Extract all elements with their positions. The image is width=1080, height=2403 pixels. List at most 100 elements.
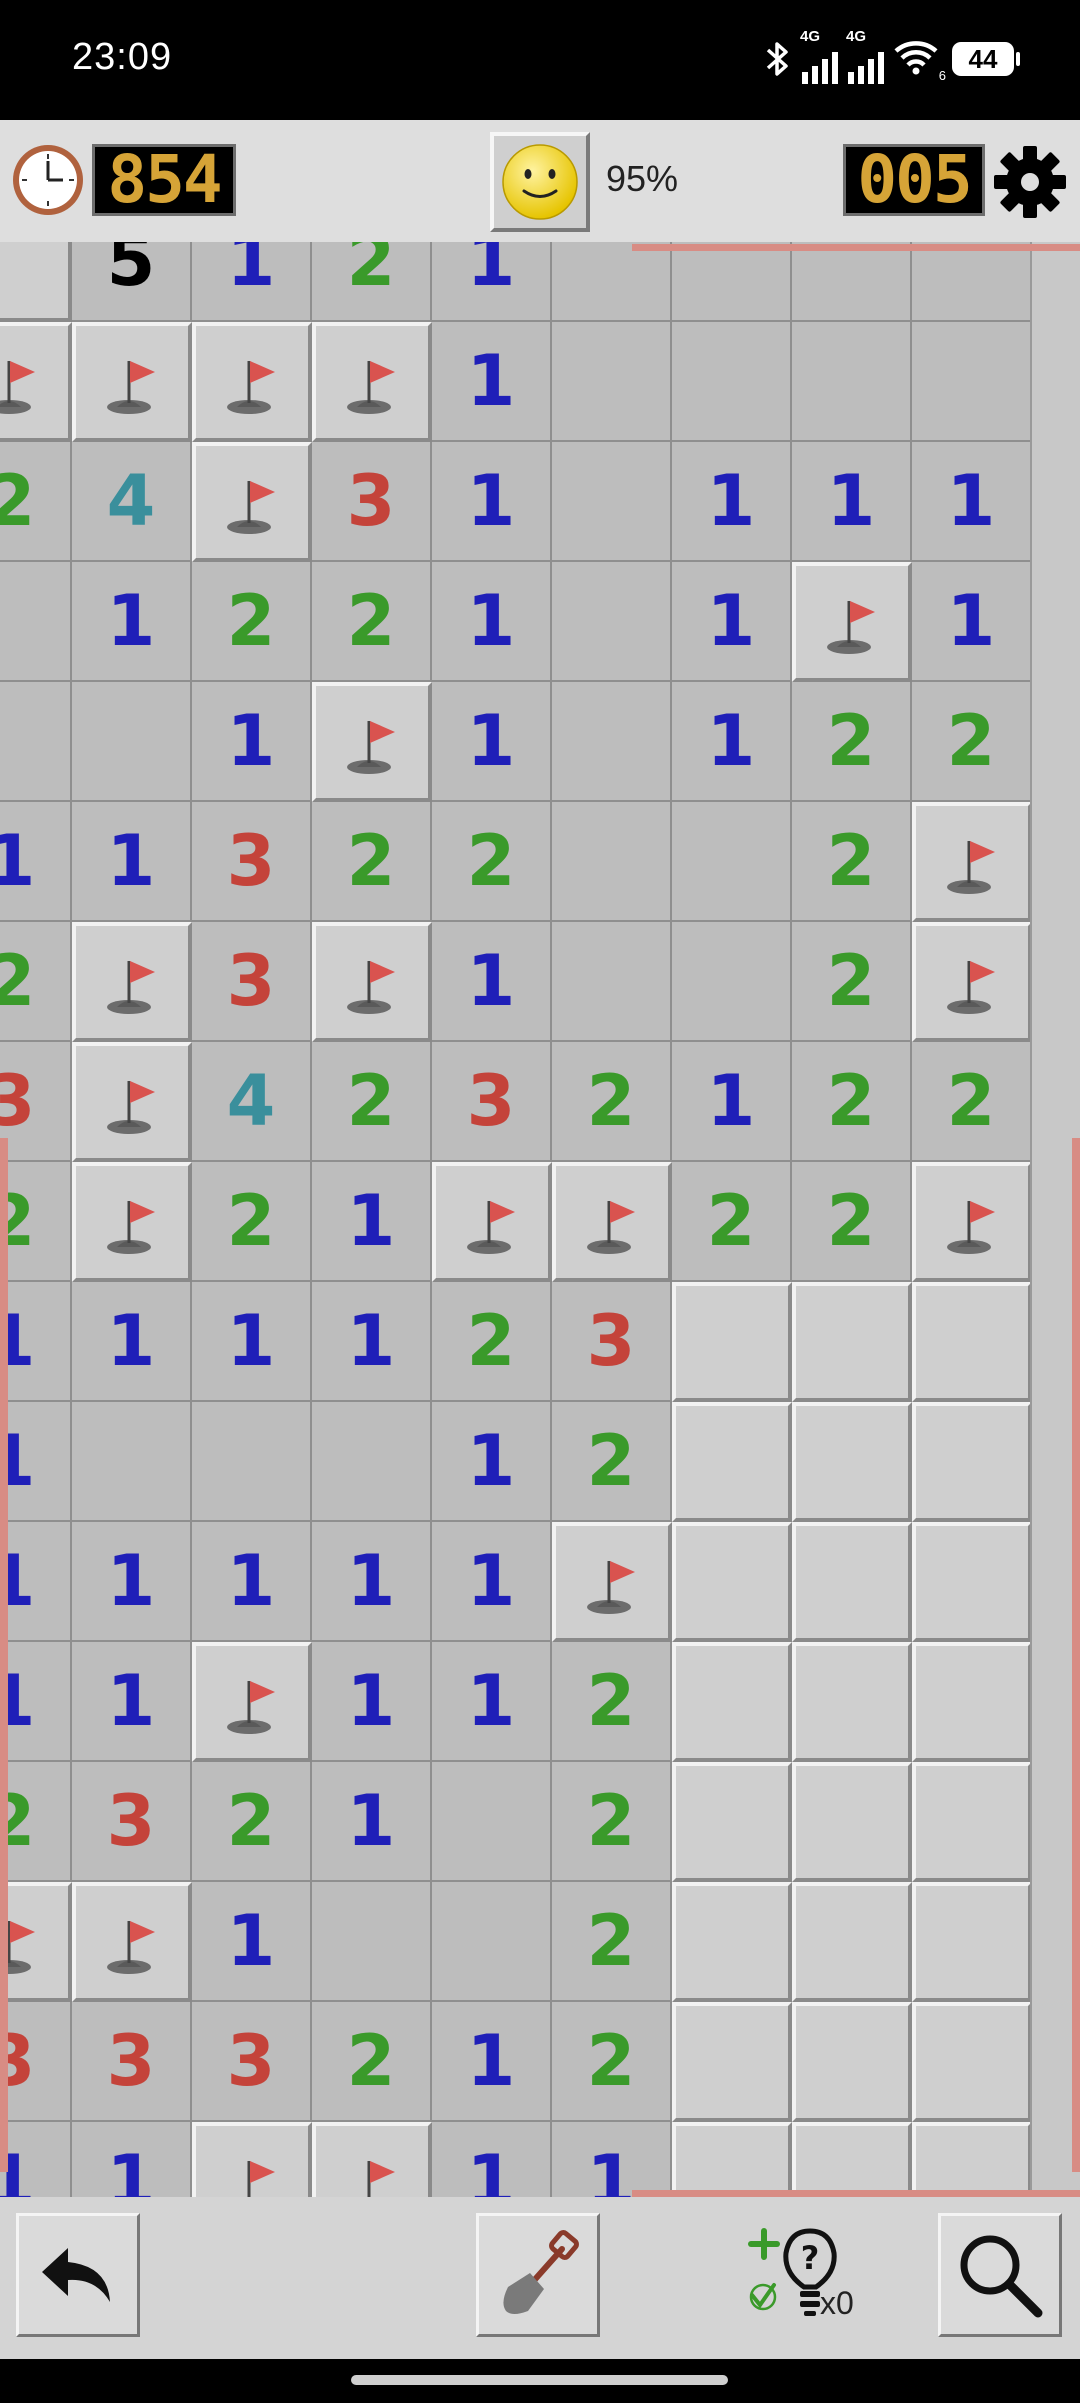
number-cell[interactable]: 1 — [0, 802, 72, 922]
number-cell[interactable]: 2 — [0, 1762, 72, 1882]
number-cell[interactable]: 1 — [192, 242, 312, 322]
number-cell[interactable]: 1 — [0, 1642, 72, 1762]
flagged-cell[interactable] — [312, 682, 432, 802]
number-cell[interactable]: 1 — [432, 922, 552, 1042]
empty-cell[interactable] — [792, 242, 912, 322]
empty-cell[interactable] — [672, 322, 792, 442]
flagged-cell[interactable] — [72, 1162, 192, 1282]
number-cell[interactable]: 2 — [0, 922, 72, 1042]
flagged-cell[interactable] — [312, 922, 432, 1042]
empty-cell[interactable] — [0, 562, 72, 682]
number-cell[interactable]: 2 — [192, 562, 312, 682]
flagged-cell[interactable] — [552, 1522, 672, 1642]
empty-cell[interactable] — [552, 802, 672, 922]
unopened-cell[interactable] — [672, 1522, 792, 1642]
flagged-cell[interactable] — [432, 1162, 552, 1282]
number-cell[interactable]: 1 — [432, 322, 552, 442]
empty-cell[interactable] — [552, 562, 672, 682]
number-cell[interactable]: 1 — [312, 1642, 432, 1762]
number-cell[interactable]: 1 — [192, 1522, 312, 1642]
flagged-cell[interactable] — [72, 1882, 192, 2002]
empty-cell[interactable] — [792, 322, 912, 442]
number-cell[interactable]: 1 — [312, 1762, 432, 1882]
empty-cell[interactable] — [432, 1762, 552, 1882]
dig-mode-button[interactable] — [476, 2213, 600, 2337]
smiley-button[interactable] — [490, 132, 590, 232]
empty-cell[interactable] — [72, 682, 192, 802]
number-cell[interactable]: 3 — [72, 1762, 192, 1882]
empty-cell[interactable] — [672, 802, 792, 922]
number-cell[interactable]: 1 — [672, 1042, 792, 1162]
empty-cell[interactable] — [0, 682, 72, 802]
home-indicator[interactable] — [351, 2375, 728, 2385]
number-cell[interactable]: 2 — [552, 1042, 672, 1162]
flagged-cell[interactable] — [0, 322, 72, 442]
flagged-cell[interactable] — [72, 922, 192, 1042]
number-cell[interactable]: 2 — [312, 2002, 432, 2122]
empty-cell[interactable] — [672, 922, 792, 1042]
empty-cell[interactable] — [552, 442, 672, 562]
number-cell[interactable]: 1 — [432, 1402, 552, 1522]
flagged-cell[interactable] — [192, 2122, 312, 2197]
unopened-cell[interactable] — [792, 2122, 912, 2197]
flagged-cell[interactable] — [912, 802, 1030, 922]
number-cell[interactable]: 5 — [72, 242, 192, 322]
unopened-cell[interactable] — [672, 1762, 792, 1882]
number-cell[interactable]: 1 — [792, 442, 912, 562]
number-cell[interactable]: 2 — [552, 1762, 672, 1882]
number-cell[interactable]: 2 — [792, 922, 912, 1042]
number-cell[interactable]: 2 — [792, 1162, 912, 1282]
number-cell[interactable]: 1 — [432, 2122, 552, 2197]
flagged-cell[interactable] — [792, 562, 912, 682]
zoom-button[interactable] — [938, 2213, 1062, 2337]
flagged-cell[interactable] — [192, 442, 312, 562]
number-cell[interactable]: 1 — [432, 1642, 552, 1762]
number-cell[interactable]: 1 — [312, 1282, 432, 1402]
flagged-cell[interactable] — [72, 322, 192, 442]
number-cell[interactable]: 3 — [312, 442, 432, 562]
number-cell[interactable]: 1 — [312, 1162, 432, 1282]
number-cell[interactable]: 1 — [672, 682, 792, 802]
number-cell[interactable]: 3 — [192, 2002, 312, 2122]
number-cell[interactable]: 3 — [192, 802, 312, 922]
number-cell[interactable]: 1 — [0, 1402, 72, 1522]
number-cell[interactable]: 2 — [312, 242, 432, 322]
unopened-cell[interactable] — [672, 2122, 792, 2197]
empty-cell[interactable] — [672, 242, 792, 322]
empty-cell[interactable] — [312, 1882, 432, 2002]
number-cell[interactable]: 2 — [672, 1162, 792, 1282]
number-cell[interactable]: 1 — [192, 682, 312, 802]
unopened-cell[interactable] — [912, 2002, 1030, 2122]
unopened-cell[interactable] — [792, 1402, 912, 1522]
number-cell[interactable]: 1 — [192, 1282, 312, 1402]
empty-cell[interactable] — [312, 1402, 432, 1522]
flagged-cell[interactable] — [312, 322, 432, 442]
number-cell[interactable]: 1 — [72, 1522, 192, 1642]
number-cell[interactable]: 1 — [552, 2122, 672, 2197]
undo-button[interactable] — [16, 2213, 140, 2337]
number-cell[interactable]: 1 — [72, 2122, 192, 2197]
number-cell[interactable]: 1 — [672, 562, 792, 682]
number-cell[interactable]: 1 — [72, 1642, 192, 1762]
number-cell[interactable]: 1 — [0, 1282, 72, 1402]
empty-cell[interactable] — [552, 322, 672, 442]
number-cell[interactable]: 2 — [912, 682, 1030, 802]
unopened-cell[interactable] — [792, 1522, 912, 1642]
unopened-cell[interactable] — [912, 1282, 1030, 1402]
flagged-cell[interactable] — [912, 1162, 1030, 1282]
number-cell[interactable]: 3 — [192, 922, 312, 1042]
number-cell[interactable]: 1 — [432, 2002, 552, 2122]
number-cell[interactable]: 1 — [0, 1522, 72, 1642]
number-cell[interactable]: 1 — [912, 442, 1030, 562]
number-cell[interactable]: 2 — [312, 1042, 432, 1162]
unopened-cell[interactable] — [912, 1882, 1030, 2002]
number-cell[interactable]: 1 — [432, 682, 552, 802]
flagged-cell[interactable] — [192, 322, 312, 442]
number-cell[interactable]: 1 — [672, 442, 792, 562]
unopened-cell[interactable] — [672, 1642, 792, 1762]
empty-cell[interactable] — [552, 922, 672, 1042]
number-cell[interactable]: 2 — [552, 1882, 672, 2002]
unopened-cell[interactable] — [912, 1762, 1030, 1882]
flagged-cell[interactable] — [192, 1642, 312, 1762]
number-cell[interactable]: 2 — [432, 1282, 552, 1402]
